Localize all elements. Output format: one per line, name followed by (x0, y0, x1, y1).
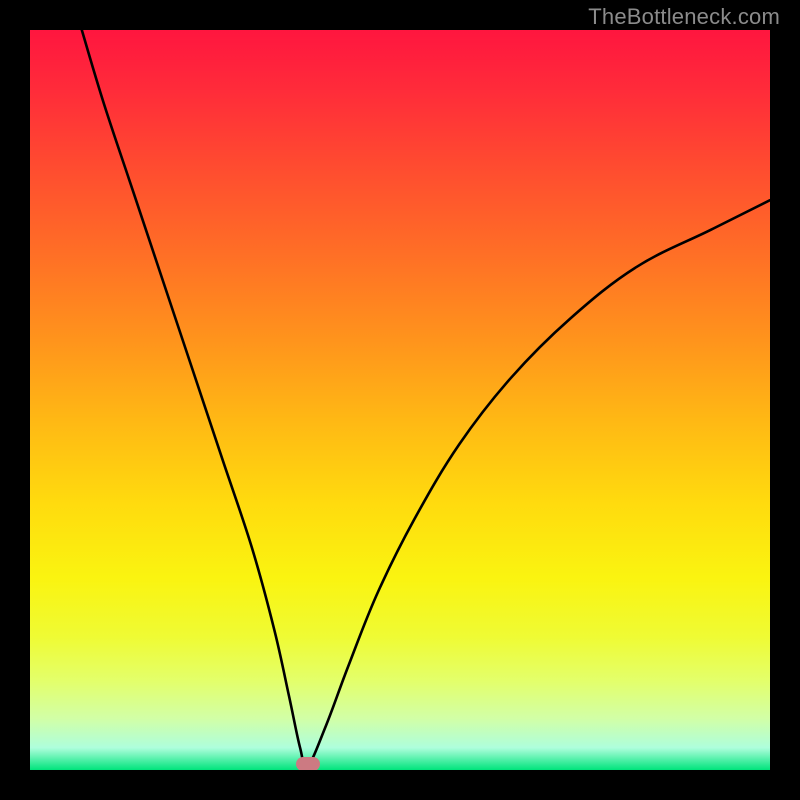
watermark-text: TheBottleneck.com (588, 4, 780, 30)
plot-area (30, 30, 770, 770)
minimum-marker (296, 757, 320, 770)
chart-frame: TheBottleneck.com (0, 0, 800, 800)
bottleneck-curve (30, 30, 770, 770)
